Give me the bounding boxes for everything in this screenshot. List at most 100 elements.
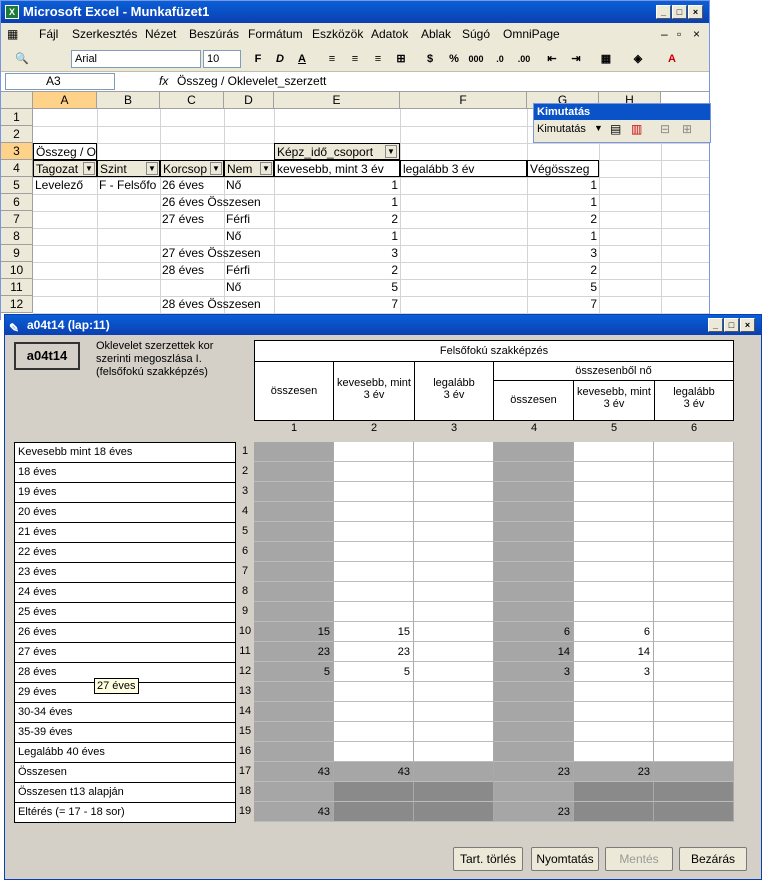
cell-g11[interactable]: 5 bbox=[527, 279, 599, 296]
cell-e9[interactable]: 3 bbox=[274, 245, 400, 262]
doc-minimize-icon[interactable]: – bbox=[661, 27, 668, 41]
data-cell[interactable] bbox=[334, 542, 414, 562]
data-cell[interactable] bbox=[334, 582, 414, 602]
data-cell[interactable] bbox=[574, 462, 654, 482]
row-header[interactable]: 3 bbox=[1, 143, 33, 160]
align-left-icon[interactable]: ≡ bbox=[323, 51, 341, 67]
data-cell[interactable] bbox=[414, 602, 494, 622]
row-header[interactable]: 1 bbox=[1, 109, 33, 126]
data-cell[interactable]: 14 bbox=[574, 642, 654, 662]
cell-g10[interactable]: 2 bbox=[527, 262, 599, 279]
col-header-e[interactable]: E bbox=[274, 92, 400, 109]
data-cell[interactable] bbox=[654, 542, 734, 562]
minimize-icon[interactable]: _ bbox=[656, 5, 671, 19]
data-cell[interactable]: 5 bbox=[334, 662, 414, 682]
data-cell[interactable] bbox=[414, 682, 494, 702]
data-cell[interactable] bbox=[414, 742, 494, 762]
col-header-b[interactable]: B bbox=[97, 92, 160, 109]
data-cell[interactable] bbox=[654, 722, 734, 742]
cell-e4[interactable]: kevesebb, mint 3 év bbox=[274, 160, 400, 177]
cell-g7[interactable]: 2 bbox=[527, 211, 599, 228]
select-all[interactable] bbox=[1, 92, 33, 109]
data-cell[interactable] bbox=[574, 742, 654, 762]
cell-c6[interactable]: 26 éves Összesen bbox=[160, 194, 274, 211]
close-icon[interactable]: × bbox=[688, 5, 703, 19]
col-header-c[interactable]: C bbox=[160, 92, 224, 109]
data-cell[interactable] bbox=[574, 482, 654, 502]
data-cell[interactable] bbox=[334, 702, 414, 722]
increase-decimal-icon[interactable]: .0 bbox=[491, 51, 509, 67]
data-cell[interactable] bbox=[414, 442, 494, 462]
data-cell[interactable] bbox=[414, 562, 494, 582]
cell-c9[interactable]: 27 éves Összesen bbox=[160, 245, 274, 262]
maximize-icon[interactable]: □ bbox=[672, 5, 687, 19]
menu-adatok[interactable]: Adatok bbox=[371, 27, 408, 41]
data-cell[interactable] bbox=[574, 442, 654, 462]
pivot-format-icon[interactable]: ▤ bbox=[610, 122, 621, 136]
data-cell[interactable]: 15 bbox=[334, 622, 414, 642]
data-cell[interactable] bbox=[654, 582, 734, 602]
cell-a5[interactable]: Levelező bbox=[33, 177, 97, 194]
cell-d10[interactable]: Férfi bbox=[224, 262, 274, 279]
cell-c5[interactable]: 26 éves bbox=[160, 177, 224, 194]
dropdown-arrow-icon[interactable]: ▼ bbox=[210, 162, 222, 175]
fill-color-icon[interactable]: ◈ bbox=[629, 51, 647, 67]
save-button[interactable]: Mentés bbox=[605, 847, 673, 871]
cell-e5[interactable]: 1 bbox=[274, 177, 400, 194]
data-cell[interactable]: 3 bbox=[574, 662, 654, 682]
dropdown-arrow-icon[interactable]: ▼ bbox=[260, 162, 272, 175]
row-header[interactable]: 2 bbox=[1, 126, 33, 143]
row-header[interactable]: 9 bbox=[1, 245, 33, 262]
form-close-icon[interactable]: × bbox=[740, 318, 755, 332]
data-cell[interactable] bbox=[654, 462, 734, 482]
menu-szerkesztes[interactable]: Szerkesztés bbox=[72, 27, 137, 41]
font-color-icon[interactable]: A bbox=[663, 51, 681, 67]
borders-icon[interactable]: ▦ bbox=[597, 51, 615, 67]
row-header[interactable]: 6 bbox=[1, 194, 33, 211]
decrease-decimal-icon[interactable]: .00 bbox=[515, 51, 533, 67]
cell-e7[interactable]: 2 bbox=[274, 211, 400, 228]
pivot-menu-button[interactable]: Kimutatás bbox=[537, 123, 586, 135]
data-cell[interactable] bbox=[334, 602, 414, 622]
data-cell[interactable] bbox=[334, 742, 414, 762]
cell-d5[interactable]: Nő bbox=[224, 177, 274, 194]
data-cell[interactable] bbox=[574, 542, 654, 562]
data-cell[interactable] bbox=[654, 602, 734, 622]
data-cell[interactable] bbox=[654, 522, 734, 542]
data-cell[interactable] bbox=[334, 482, 414, 502]
data-cell[interactable] bbox=[334, 682, 414, 702]
cell-d7[interactable]: Férfi bbox=[224, 211, 274, 228]
row-header[interactable]: 10 bbox=[1, 262, 33, 279]
data-cell[interactable] bbox=[334, 562, 414, 582]
dropdown-arrow-icon[interactable]: ▼ bbox=[594, 123, 603, 133]
data-cell[interactable] bbox=[334, 502, 414, 522]
data-cell[interactable] bbox=[654, 642, 734, 662]
data-cell[interactable] bbox=[574, 722, 654, 742]
name-box[interactable]: A3 bbox=[5, 73, 115, 90]
cell-c12[interactable]: 28 éves Összesen bbox=[160, 296, 274, 313]
dropdown-arrow-icon[interactable]: ▼ bbox=[385, 145, 397, 158]
cell-e12[interactable]: 7 bbox=[274, 296, 400, 313]
menu-fajl[interactable]: Fájl bbox=[39, 27, 58, 41]
cell-c7[interactable]: 27 éves bbox=[160, 211, 224, 228]
data-cell[interactable] bbox=[574, 562, 654, 582]
data-cell[interactable] bbox=[654, 622, 734, 642]
doc-close-icon[interactable]: × bbox=[693, 27, 700, 41]
underline-icon[interactable]: A bbox=[293, 51, 311, 67]
col-header-d[interactable]: D bbox=[224, 92, 274, 109]
data-cell[interactable] bbox=[334, 722, 414, 742]
clear-button[interactable]: Tart. törlés bbox=[453, 847, 523, 871]
data-cell[interactable] bbox=[414, 462, 494, 482]
print-button[interactable]: Nyomtatás bbox=[531, 847, 599, 871]
menu-nezet[interactable]: Nézet bbox=[145, 27, 176, 41]
cell-g9[interactable]: 3 bbox=[527, 245, 599, 262]
dropdown-arrow-icon[interactable]: ▼ bbox=[146, 162, 158, 175]
data-cell[interactable] bbox=[414, 642, 494, 662]
outdent-icon[interactable]: ⇤ bbox=[543, 51, 561, 67]
close-button[interactable]: Bezárás bbox=[679, 847, 747, 871]
cell-d11[interactable]: Nő bbox=[224, 279, 274, 296]
data-cell[interactable] bbox=[334, 462, 414, 482]
show-detail-icon[interactable]: ⊞ bbox=[682, 122, 692, 136]
thousands-icon[interactable]: 000 bbox=[467, 51, 485, 67]
data-cell[interactable] bbox=[654, 682, 734, 702]
